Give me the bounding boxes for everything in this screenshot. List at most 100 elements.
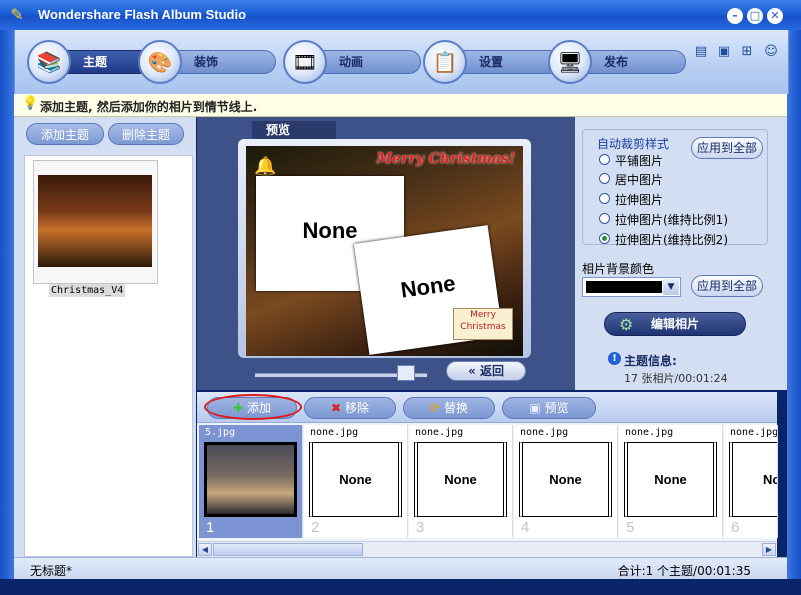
tab-publish-label: 发布 bbox=[604, 55, 629, 69]
app-logo-icon: ✎ bbox=[10, 5, 24, 24]
user-icon[interactable]: ☺ bbox=[763, 44, 779, 60]
scroll-thumb[interactable] bbox=[213, 543, 363, 556]
radio-dot bbox=[599, 154, 610, 165]
bg-apply-all-button[interactable]: 应用到全部 bbox=[691, 275, 763, 297]
maximize-icon[interactable]: □ bbox=[747, 8, 763, 24]
slot-photo-thumbnail bbox=[207, 445, 294, 514]
tab-decoration[interactable]: 🎨 装饰 bbox=[138, 40, 278, 84]
storyboard-scrollbar[interactable]: ◀ ▶ bbox=[197, 541, 777, 557]
slot-index: 3 bbox=[416, 519, 425, 536]
gear-check-icon: ⚙ bbox=[619, 315, 634, 334]
back-button-label: 返回 bbox=[479, 364, 504, 378]
delete-theme-button[interactable]: 删除主题 bbox=[108, 123, 184, 145]
film-reel-icon: 🎞 bbox=[283, 40, 327, 84]
add-theme-button[interactable]: 添加主题 bbox=[26, 123, 104, 145]
window-border-left bbox=[0, 30, 14, 579]
slot-photo-frame: None bbox=[519, 442, 612, 517]
close-icon[interactable]: ✕ bbox=[767, 8, 783, 24]
slot-placeholder-text: None bbox=[549, 472, 582, 487]
slot-index: 6 bbox=[731, 519, 740, 536]
crop-apply-all-button[interactable]: 应用到全部 bbox=[691, 137, 763, 159]
radio-dot bbox=[599, 193, 610, 204]
photo-placeholder-2-text: None bbox=[399, 270, 457, 303]
main-nav-bar: 📚 主题 🎨 装饰 🎞 动画 📋 设置 🖥 发布 ▤ ▣ ⊞ ☺ bbox=[14, 30, 789, 94]
slot-index: 1 bbox=[206, 519, 215, 536]
replace-icon: ⟳ bbox=[429, 401, 441, 415]
bg-color-select[interactable]: ▼ bbox=[582, 277, 681, 297]
slot-filename: none.jpg bbox=[415, 427, 464, 438]
crop-option-center[interactable]: 居中图片 bbox=[599, 170, 779, 188]
tab-settings-label: 设置 bbox=[479, 55, 504, 69]
theme-panel: 添加主题 删除主题 Christmas_V4 ☝ bbox=[14, 117, 196, 587]
storyboard-slot-4[interactable]: none.jpg None 4 bbox=[514, 425, 618, 538]
scroll-left-arrow-icon[interactable]: ◀ bbox=[198, 543, 212, 556]
window-border-bottom bbox=[0, 579, 801, 595]
tab-settings[interactable]: 📋 设置 bbox=[423, 40, 563, 84]
scroll-right-arrow-icon[interactable]: ▶ bbox=[762, 543, 776, 556]
storyboard-slot-3[interactable]: none.jpg None 3 bbox=[409, 425, 513, 538]
info-icon: ! bbox=[608, 352, 621, 365]
crop-option-label: 拉伸图片 bbox=[615, 193, 664, 207]
storyboard-slot-5[interactable]: none.jpg None 5 bbox=[619, 425, 723, 538]
double-left-arrow-icon: « bbox=[468, 364, 476, 378]
highlight-ring bbox=[204, 394, 302, 420]
theme-list[interactable]: Christmas_V4 ☝ bbox=[24, 155, 193, 587]
slot-photo-frame: None bbox=[414, 442, 507, 517]
remove-photo-label: 移除 bbox=[345, 401, 370, 415]
palette-icon: 🎨 bbox=[138, 40, 182, 84]
preview-frame: 🔔 Merry Christmas! None None Merry Chris… bbox=[238, 139, 531, 358]
chevron-down-icon[interactable]: ▼ bbox=[663, 279, 679, 295]
settings-panel: 自动裁剪样式 平铺图片 居中图片 拉伸图片 拉伸图片(维持比例1) 拉伸图片(维… bbox=[575, 117, 787, 390]
storyboard-slot-2[interactable]: none.jpg None 2 bbox=[304, 425, 408, 538]
save-icon[interactable]: ▣ bbox=[716, 44, 732, 60]
sign-line-1: Merry bbox=[470, 310, 496, 320]
replace-photo-button[interactable]: ⟳ 替换 bbox=[403, 397, 495, 419]
slot-placeholder-text: None bbox=[339, 472, 372, 487]
crop-option-label: 平铺图片 bbox=[615, 154, 664, 168]
settings-clipboard-icon: 📋 bbox=[423, 40, 467, 84]
remove-photo-button[interactable]: ✖ 移除 bbox=[304, 397, 396, 419]
tab-animation[interactable]: 🎞 动画 bbox=[283, 40, 423, 84]
slot-placeholder-text: None bbox=[444, 472, 477, 487]
remove-x-icon: ✖ bbox=[330, 401, 342, 415]
theme-book-icon: 📚 bbox=[27, 40, 71, 84]
back-button[interactable]: « 返回 bbox=[446, 361, 526, 381]
crop-option-stretch[interactable]: 拉伸图片 bbox=[599, 190, 779, 208]
storyboard-slot-6[interactable]: none.jpg No 6 bbox=[724, 425, 778, 538]
slot-index: 2 bbox=[311, 519, 320, 536]
slot-placeholder-text: None bbox=[654, 472, 687, 487]
bg-color-swatch bbox=[586, 281, 662, 293]
tab-publish[interactable]: 🖥 发布 bbox=[548, 40, 688, 84]
slot-filename: none.jpg bbox=[310, 427, 359, 438]
publish-window-icon: 🖥 bbox=[548, 40, 592, 84]
theme-name-label: Christmas_V4 bbox=[49, 284, 126, 297]
new-document-icon[interactable]: ▤ bbox=[693, 44, 709, 60]
crop-option-stretch-ratio-1[interactable]: 拉伸图片(维持比例1) bbox=[599, 210, 779, 228]
slot-filename: none.jpg bbox=[625, 427, 674, 438]
hint-text: 添加主题, 然后添加你的相片到情节线上. bbox=[40, 100, 258, 114]
slot-photo-frame bbox=[204, 442, 297, 517]
app-window: ✎ Wondershare Flash Album Studio – □ ✕ 📚… bbox=[0, 0, 801, 595]
theme-info-title: 主题信息: bbox=[624, 354, 677, 368]
title-bar[interactable]: ✎ Wondershare Flash Album Studio – □ ✕ bbox=[0, 0, 801, 30]
edit-photo-button[interactable]: ⚙ 编辑相片 bbox=[604, 312, 746, 336]
preview-photo-button[interactable]: ▣ 预览 bbox=[502, 397, 596, 419]
storyboard-slot-1[interactable]: 5.jpg 1 bbox=[199, 425, 303, 538]
crop-option-label: 拉伸图片(维持比例2) bbox=[615, 233, 728, 247]
window-title: Wondershare Flash Album Studio bbox=[38, 7, 247, 22]
tab-theme-label: 主题 bbox=[83, 55, 108, 69]
replace-photo-label: 替换 bbox=[444, 401, 469, 415]
add-image-icon[interactable]: ⊞ bbox=[739, 44, 755, 60]
preview-tab: 预览 bbox=[252, 121, 336, 139]
bg-color-label: 相片背景颜色 bbox=[582, 262, 655, 276]
crop-option-label: 拉伸图片(维持比例1) bbox=[615, 213, 728, 227]
crop-style-title: 自动裁剪样式 bbox=[595, 135, 672, 152]
status-bar: 无标题* 合计:1 个主题/00:01:35 bbox=[14, 557, 787, 580]
edit-photo-label: 编辑相片 bbox=[650, 317, 699, 331]
theme-card-christmas[interactable] bbox=[33, 160, 158, 284]
slot-filename: none.jpg bbox=[730, 427, 778, 438]
minimize-icon[interactable]: – bbox=[727, 8, 743, 24]
status-total: 合计:1 个主题/00:01:35 bbox=[617, 564, 751, 578]
preview-slider-thumb[interactable] bbox=[397, 365, 416, 381]
crop-option-stretch-ratio-2[interactable]: 拉伸图片(维持比例2) bbox=[599, 230, 779, 248]
